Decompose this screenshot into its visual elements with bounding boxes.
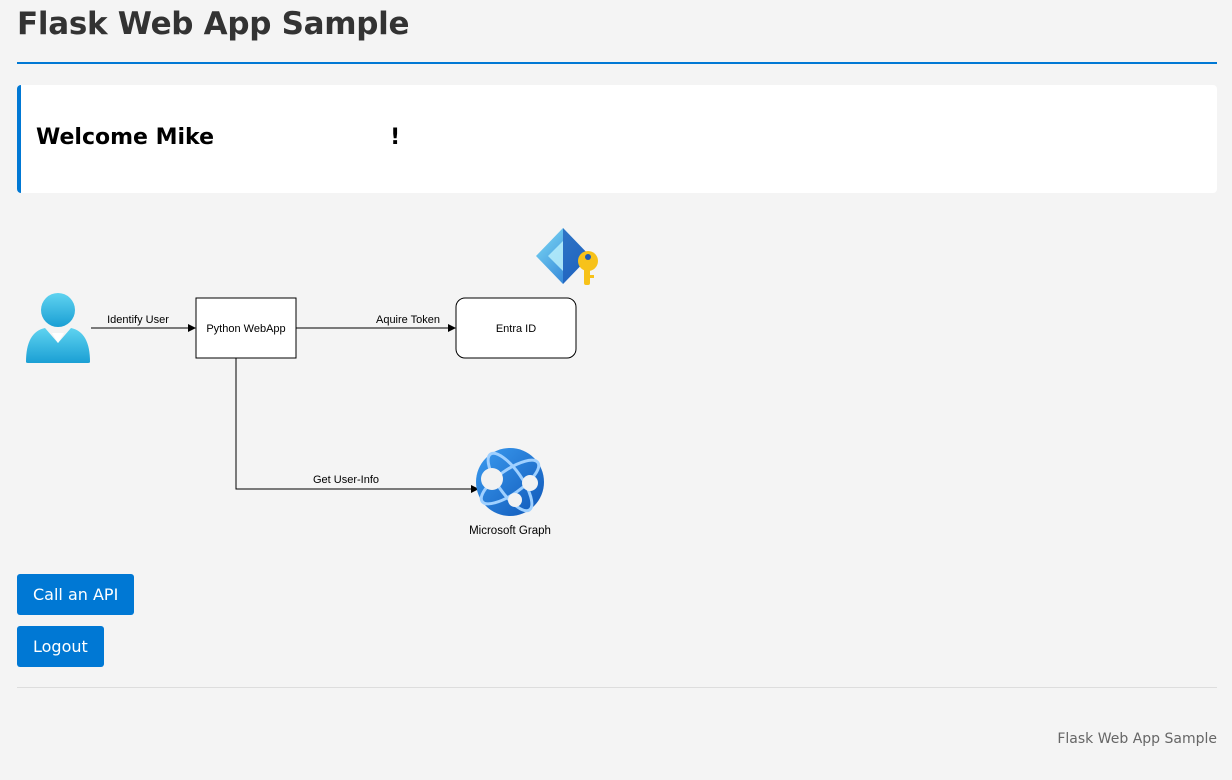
identify-user-label: Identify User bbox=[107, 314, 169, 326]
footer-divider bbox=[17, 687, 1217, 688]
microsoft-graph-icon bbox=[476, 448, 544, 516]
auth-flow-diagram: Identify User Python WebApp Aquire Token… bbox=[26, 228, 598, 537]
microsoft-graph-label: Microsoft Graph bbox=[469, 525, 551, 537]
entra-id-label: Entra ID bbox=[496, 323, 536, 335]
get-user-info-label: Get User-Info bbox=[313, 474, 379, 486]
acquire-token-label: Aquire Token bbox=[376, 314, 440, 326]
title-divider bbox=[17, 62, 1217, 64]
footer-text: Flask Web App Sample bbox=[1057, 731, 1217, 747]
logout-button[interactable]: Logout bbox=[17, 626, 104, 667]
welcome-heading: Welcome Mike ! bbox=[36, 125, 401, 150]
user-icon bbox=[26, 293, 90, 363]
python-webapp-label: Python WebApp bbox=[206, 323, 285, 335]
entra-id-key-icon bbox=[536, 228, 598, 285]
welcome-card: Welcome Mike ! bbox=[17, 85, 1217, 193]
call-api-button[interactable]: Call an API bbox=[17, 574, 135, 615]
page: Flask Web App Sample Welcome Mike ! Iden… bbox=[0, 0, 1232, 780]
page-title: Flask Web App Sample bbox=[17, 6, 410, 42]
get-user-info-arrow bbox=[235, 358, 479, 493]
